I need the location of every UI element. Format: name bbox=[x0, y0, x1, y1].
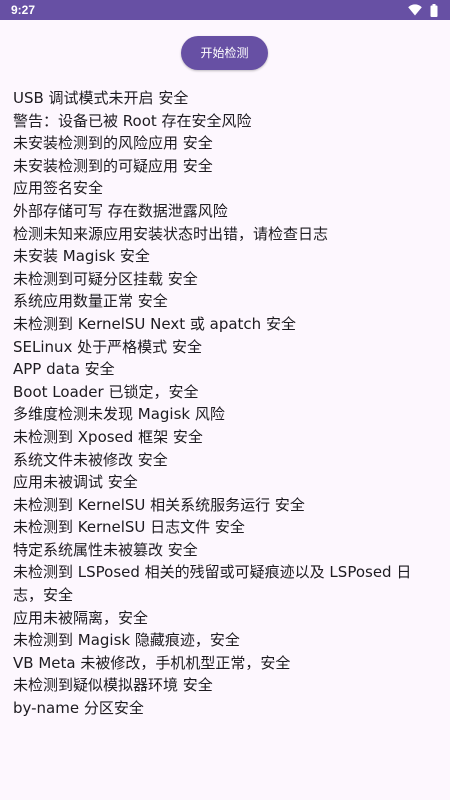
result-item: by-name 分区安全 bbox=[13, 699, 144, 718]
result-item: 系统文件未被修改 安全 bbox=[13, 450, 168, 469]
result-item: 未安装 Magisk 安全 bbox=[13, 247, 150, 266]
status-bar: 9:27 bbox=[0, 0, 450, 20]
result-item: 系统应用数量正常 安全 bbox=[13, 292, 168, 311]
result-item: 应用未被调试 安全 bbox=[13, 473, 138, 492]
result-item: 未检测到 Magisk 隐藏痕迹，安全 bbox=[13, 631, 240, 650]
result-item: 应用签名安全 bbox=[13, 179, 104, 198]
result-item: 警告：设备已被 Root 存在安全风险 bbox=[13, 111, 252, 130]
result-item: 外部存储可写 存在数据泄露风险 bbox=[13, 201, 228, 220]
result-item: 未检测到 KernelSU 相关系统服务运行 安全 bbox=[13, 495, 305, 514]
result-item: USB 调试模式未开启 安全 bbox=[13, 89, 189, 107]
result-item: 未检测到疑似模拟器环境 安全 bbox=[13, 676, 213, 695]
result-item: 未检测到 KernelSU Next 或 apatch 安全 bbox=[13, 314, 296, 333]
result-item: 未检测到可疑分区挂载 安全 bbox=[13, 269, 198, 288]
result-item: 未检测到 Xposed 框架 安全 bbox=[13, 427, 203, 446]
result-item: 未检测到 LSPosed 相关的残留或可疑痕迹以及 LSPosed 日志，安全 bbox=[13, 563, 412, 605]
result-item: 未安装检测到的可疑应用 安全 bbox=[13, 156, 213, 175]
result-item: 未安装检测到的风险应用 安全 bbox=[13, 134, 213, 153]
result-list: USB 调试模式未开启 安全警告：设备已被 Root 存在安全风险 未安装检测到的… bbox=[13, 87, 441, 720]
result-item: Boot Loader 已锁定，安全 bbox=[13, 382, 199, 401]
battery-icon bbox=[430, 3, 438, 17]
result-item: 检测未知来源应用安装状态时出错，请检查日志 bbox=[13, 224, 329, 243]
result-item: 特定系统属性未被篡改 安全 bbox=[13, 540, 198, 559]
wifi-icon bbox=[408, 4, 422, 16]
result-item: 应用未被隔离，安全 bbox=[13, 608, 149, 627]
status-icons bbox=[408, 3, 438, 17]
result-item: SELinux 处于严格模式 安全 bbox=[13, 337, 202, 356]
result-item: APP data 安全 bbox=[13, 360, 115, 379]
result-item: 未检测到 KernelSU 日志文件 安全 bbox=[13, 518, 245, 537]
result-item: 多维度检测未发现 Magisk 风险 bbox=[13, 405, 225, 424]
start-check-button[interactable]: 开始检测 bbox=[181, 36, 268, 70]
status-time: 9:27 bbox=[11, 3, 36, 17]
result-item: VB Meta 未被修改，手机机型正常，安全 bbox=[13, 653, 291, 672]
